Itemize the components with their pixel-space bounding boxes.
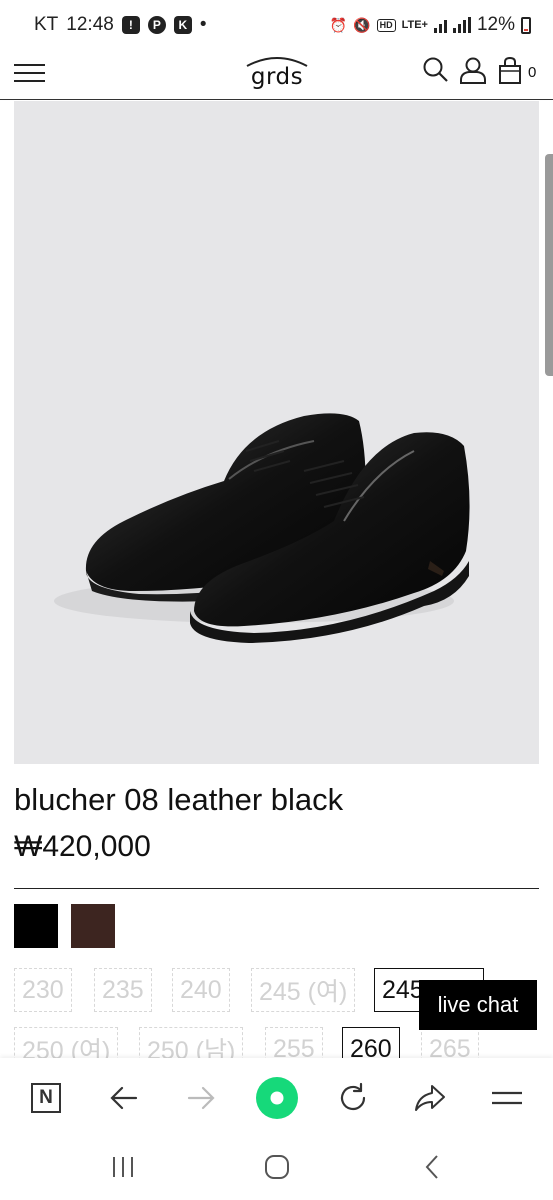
size-option-235[interactable]: 235 bbox=[94, 968, 152, 1012]
divider bbox=[14, 888, 539, 889]
refresh-button[interactable] bbox=[331, 1076, 375, 1120]
clock: 12:48 bbox=[66, 14, 114, 35]
product-price: ₩420,000 bbox=[14, 830, 151, 863]
pinterest-icon: P bbox=[147, 16, 166, 34]
recent-apps-icon bbox=[113, 1157, 133, 1177]
green-dot-button[interactable] bbox=[255, 1076, 299, 1120]
arrow-right-icon bbox=[187, 1086, 215, 1110]
notification-alert-icon: ! bbox=[121, 16, 140, 34]
battery-icon bbox=[521, 16, 531, 34]
menu-lines-icon bbox=[492, 1091, 522, 1105]
carrier-label: KT bbox=[34, 14, 59, 35]
size-option-245-women[interactable]: 245 (여) bbox=[251, 968, 356, 1012]
user-icon bbox=[460, 57, 486, 84]
account-button[interactable] bbox=[458, 56, 488, 91]
cart-button[interactable] bbox=[497, 56, 523, 91]
hd-voice-icon: HD bbox=[376, 18, 396, 32]
site-logo[interactable]: grds bbox=[240, 54, 314, 92]
naver-home-button[interactable]: N bbox=[24, 1076, 68, 1120]
product-name: blucher 08 leather black bbox=[14, 782, 344, 817]
share-icon bbox=[415, 1085, 445, 1111]
app-notification-icon: K bbox=[173, 16, 192, 34]
recent-apps-button[interactable] bbox=[101, 1150, 145, 1184]
back-button[interactable] bbox=[102, 1076, 146, 1120]
search-button[interactable] bbox=[422, 56, 450, 91]
alarm-icon: ⏰ bbox=[329, 17, 348, 33]
green-dot-icon bbox=[256, 1077, 298, 1119]
scrollbar[interactable] bbox=[545, 154, 553, 376]
forward-button[interactable] bbox=[179, 1076, 223, 1120]
product-image[interactable] bbox=[14, 101, 539, 764]
live-chat-button[interactable]: live chat bbox=[419, 980, 537, 1030]
browser-toolbar: N bbox=[0, 1058, 553, 1138]
chevron-left-icon bbox=[425, 1155, 438, 1179]
battery-percent: 12% bbox=[476, 14, 515, 35]
color-swatch-brown[interactable] bbox=[71, 904, 115, 948]
refresh-icon bbox=[340, 1082, 366, 1111]
system-back-button[interactable] bbox=[410, 1150, 454, 1184]
shopping-bag-icon bbox=[499, 56, 521, 84]
cart-count: 0 bbox=[528, 64, 537, 81]
search-icon bbox=[423, 57, 448, 82]
status-bar: KT 12:48 ! P K • ⏰ 🔇 HD LTE+ 12% bbox=[0, 0, 553, 50]
size-option-230[interactable]: 230 bbox=[14, 968, 72, 1012]
mute-icon: 🔇 bbox=[353, 17, 371, 33]
share-button[interactable] bbox=[408, 1076, 452, 1120]
shoe-photo bbox=[54, 413, 470, 643]
color-swatch-black[interactable] bbox=[14, 904, 58, 948]
home-button[interactable] bbox=[255, 1150, 299, 1184]
menu-button[interactable] bbox=[14, 62, 46, 84]
arrow-left-icon bbox=[110, 1086, 138, 1110]
browser-menu-button[interactable] bbox=[485, 1076, 529, 1120]
logo-text: grds bbox=[250, 64, 304, 90]
network-type: LTE+ bbox=[401, 18, 428, 31]
system-navigation-bar bbox=[0, 1138, 553, 1200]
signal-strength-icon bbox=[433, 17, 447, 33]
size-option-240[interactable]: 240 bbox=[172, 968, 230, 1012]
site-header: grds 0 bbox=[0, 50, 553, 100]
naver-n-icon: N bbox=[31, 1083, 61, 1113]
home-icon bbox=[265, 1155, 289, 1179]
signal-strength-roaming-icon bbox=[452, 17, 471, 33]
more-notifications-dot: • bbox=[199, 14, 207, 35]
